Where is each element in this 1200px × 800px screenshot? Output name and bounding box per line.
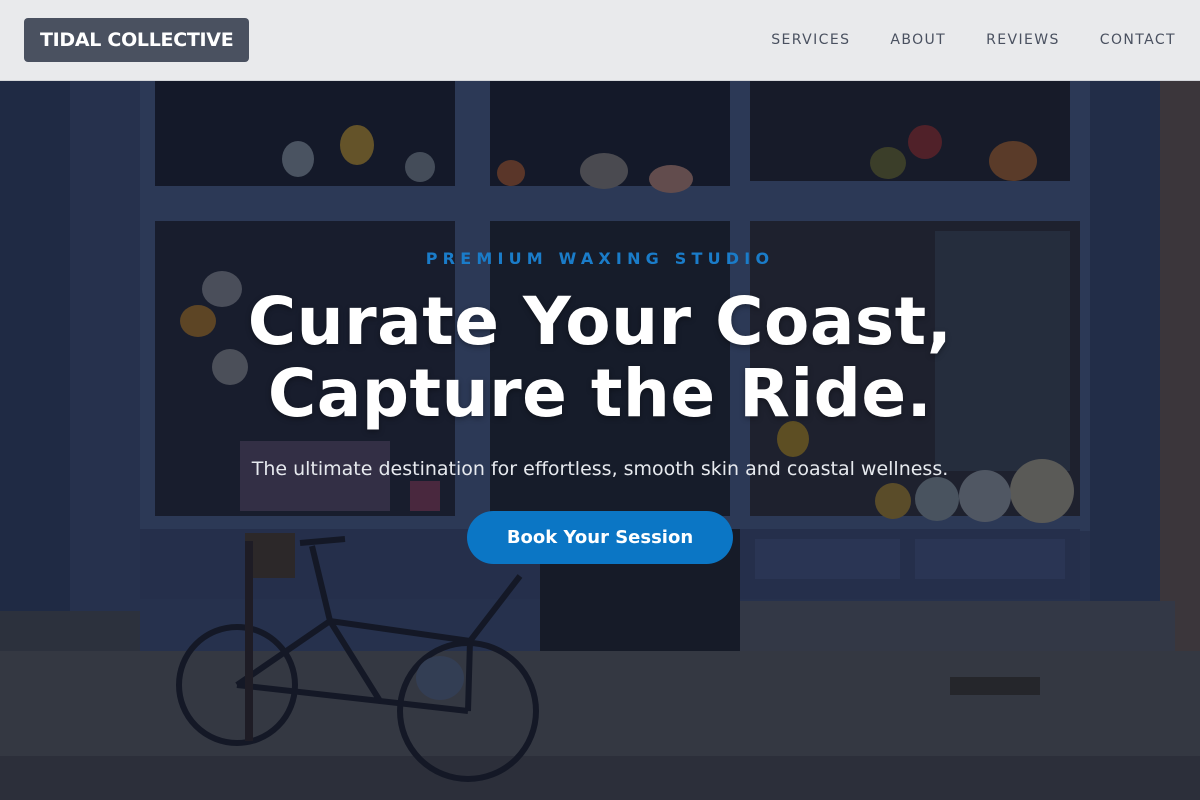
nav-services[interactable]: SERVICES <box>771 32 850 48</box>
logo[interactable]: TIDAL COLLECTIVE <box>24 18 250 62</box>
book-session-button[interactable]: Book Your Session <box>467 511 733 564</box>
hero-headline: Curate Your Coast, Capture the Ride. <box>0 286 1200 430</box>
hero-section: PREMIUM WAXING STUDIO Curate Your Coast,… <box>0 81 1200 800</box>
headline-line-2: Capture the Ride. <box>267 355 933 432</box>
headline-line-1: Curate Your Coast, <box>247 283 953 360</box>
site-header: TIDAL COLLECTIVE SERVICES ABOUT REVIEWS … <box>0 0 1200 81</box>
nav-about[interactable]: ABOUT <box>890 32 946 48</box>
main-nav: SERVICES ABOUT REVIEWS CONTACT <box>771 32 1176 48</box>
hero-subheading: The ultimate destination for effortless,… <box>251 458 949 480</box>
nav-reviews[interactable]: REVIEWS <box>986 32 1060 48</box>
hero-eyebrow: PREMIUM WAXING STUDIO <box>425 249 775 268</box>
nav-contact[interactable]: CONTACT <box>1100 32 1176 48</box>
hero-content: PREMIUM WAXING STUDIO Curate Your Coast,… <box>0 81 1200 800</box>
